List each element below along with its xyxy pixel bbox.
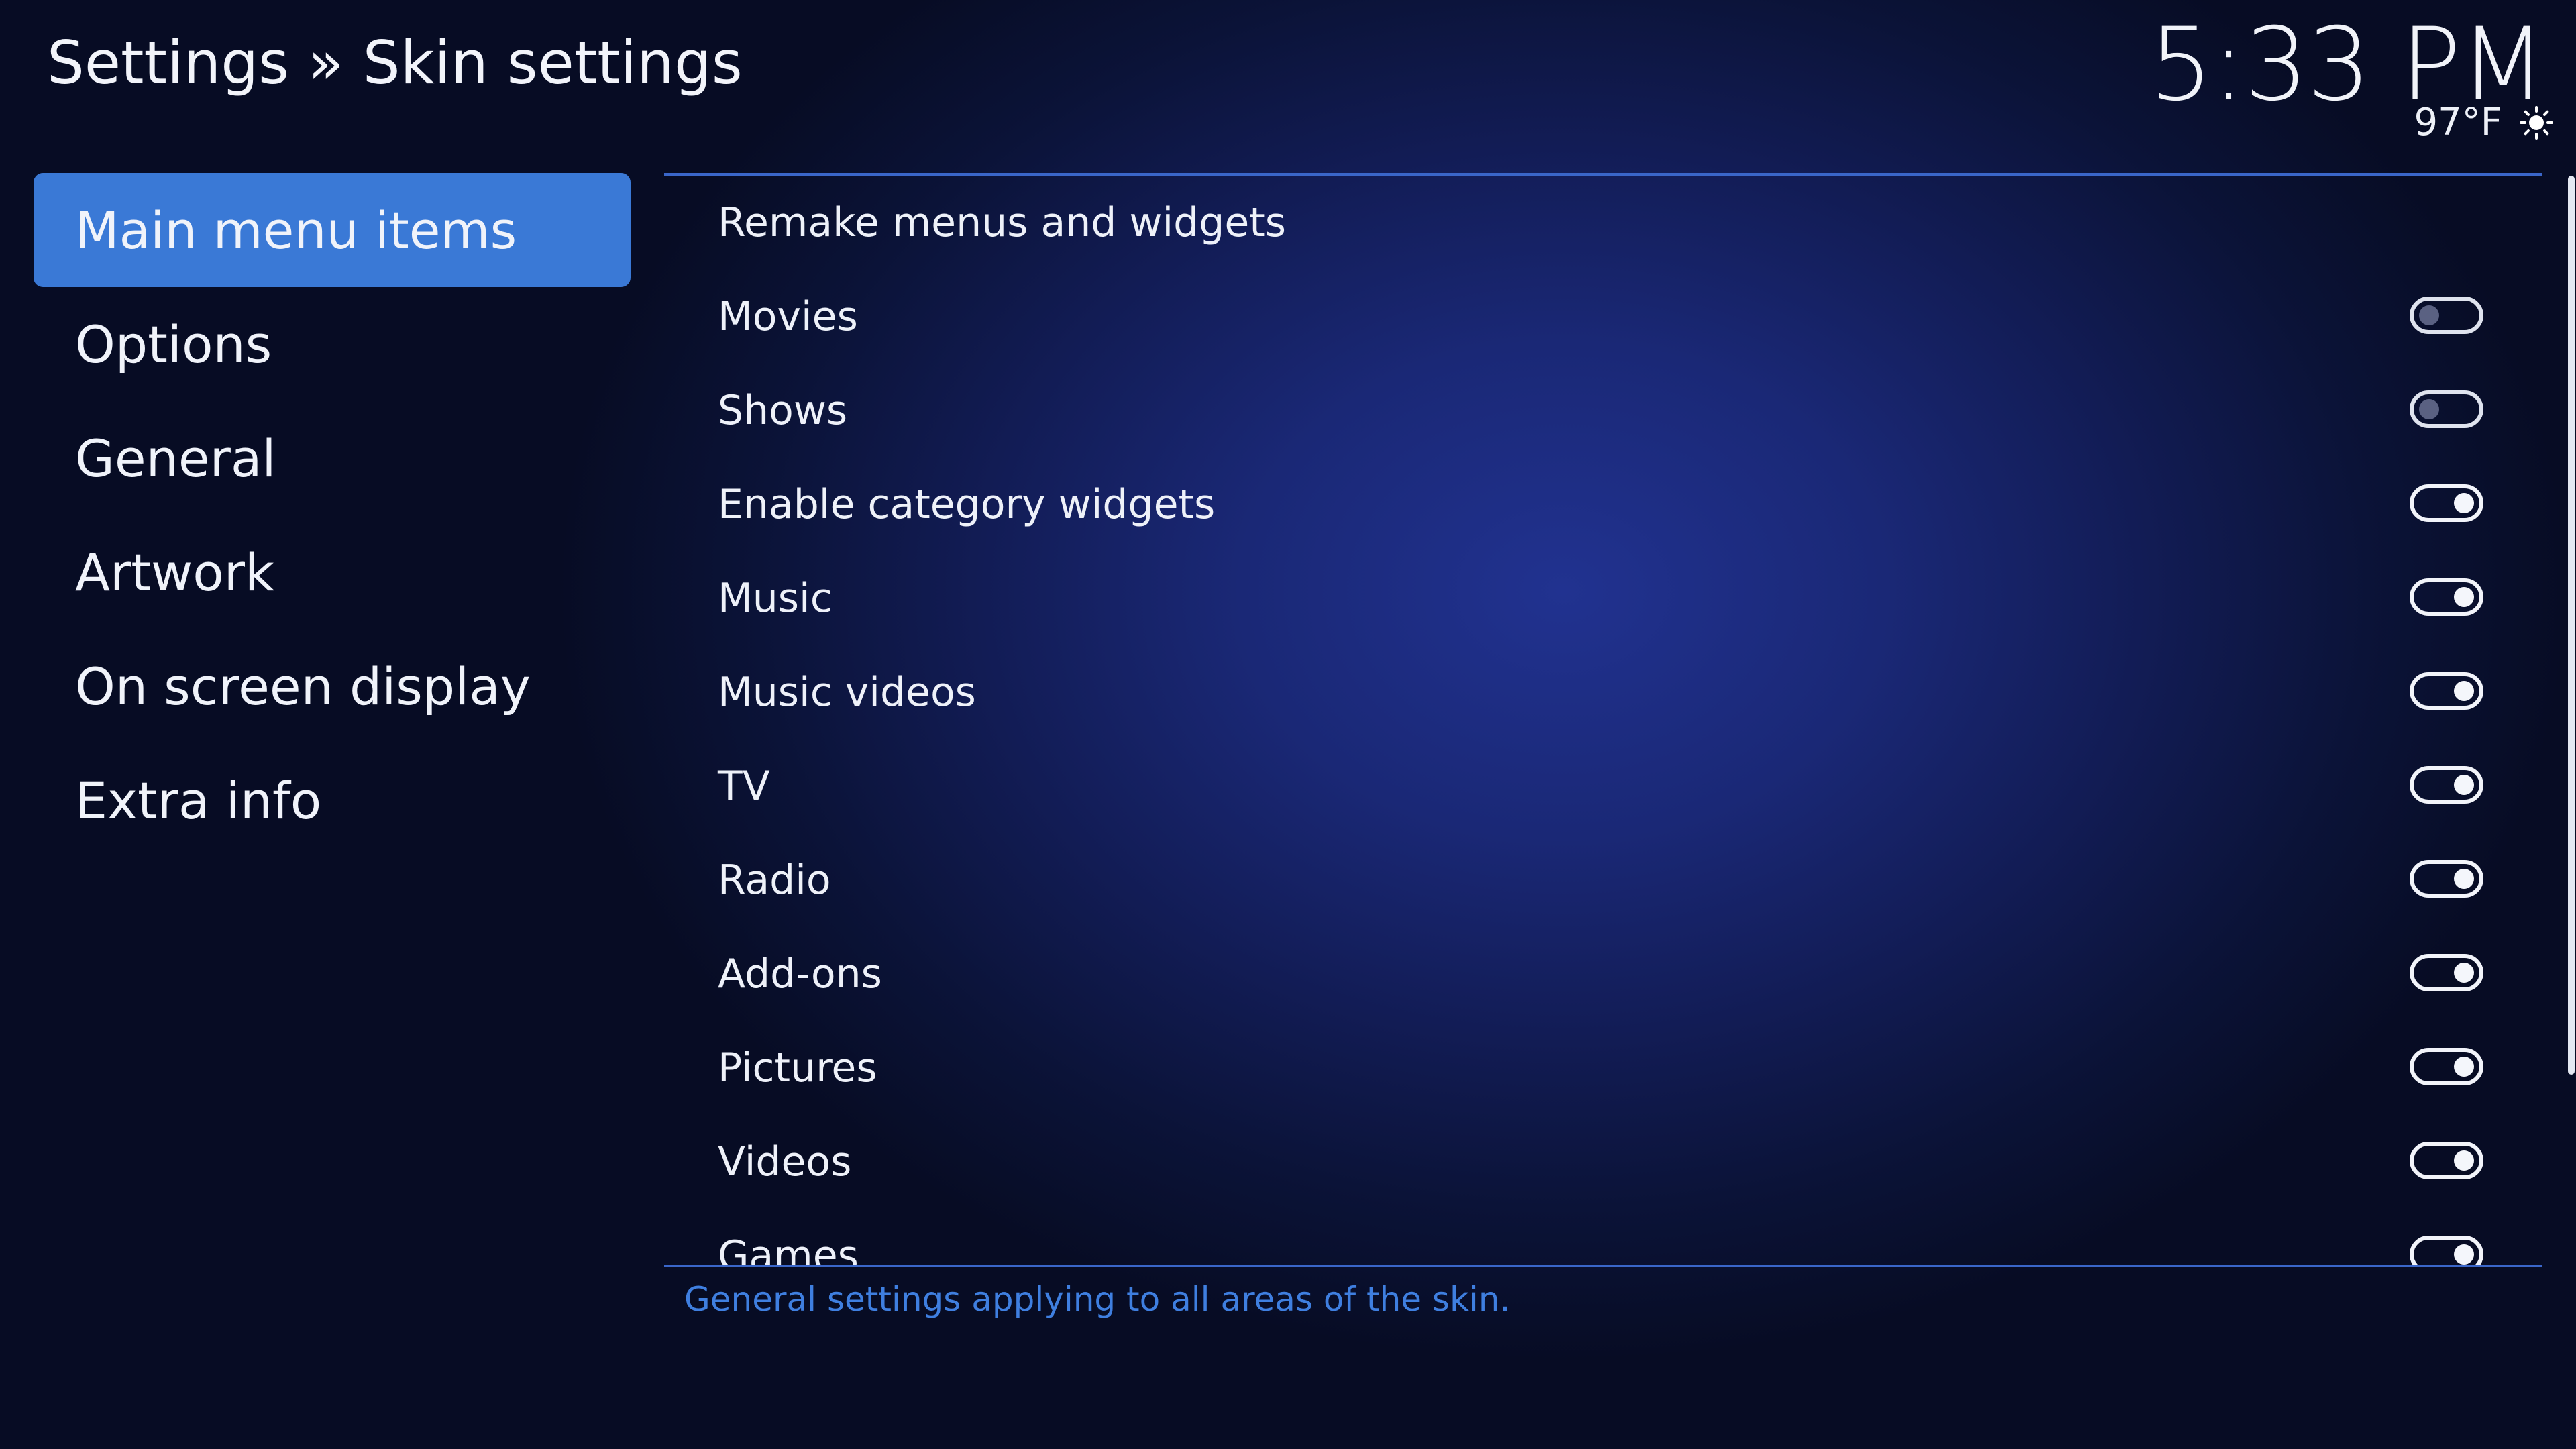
- settings-list: Remake menus and widgets Movies Shows Enabl…: [664, 176, 2542, 1265]
- sidebar-item-options[interactable]: Options: [34, 287, 631, 401]
- setting-label: Pictures: [718, 1044, 877, 1091]
- setting-label: Music: [718, 575, 833, 622]
- toggle-add-ons[interactable]: [2410, 954, 2483, 991]
- toggle-videos[interactable]: [2410, 1142, 2483, 1179]
- setting-row-tv[interactable]: TV: [664, 739, 2542, 833]
- toggle-knob: [2454, 1244, 2474, 1265]
- setting-label: Radio: [718, 857, 831, 904]
- toggle-games[interactable]: [2410, 1236, 2483, 1265]
- setting-label: Games: [718, 1232, 859, 1265]
- toggle-tv[interactable]: [2410, 766, 2483, 804]
- toggle-music[interactable]: [2410, 578, 2483, 616]
- toggle-knob: [2454, 493, 2474, 513]
- setting-label: TV: [718, 763, 770, 810]
- toggle-knob: [2419, 305, 2439, 325]
- toggle-radio[interactable]: [2410, 860, 2483, 898]
- setting-row-games[interactable]: Games: [664, 1209, 2542, 1265]
- temperature: 97°F: [2414, 101, 2502, 144]
- toggle-enable-category-widgets[interactable]: [2410, 484, 2483, 522]
- sidebar-item-main-menu-items[interactable]: Main menu items: [34, 173, 631, 287]
- setting-row-radio[interactable]: Radio: [664, 833, 2542, 927]
- sidebar-item-extra-info[interactable]: Extra info: [34, 743, 631, 857]
- setting-label: Add-ons: [718, 951, 882, 998]
- setting-label: Enable category widgets: [718, 481, 1216, 528]
- page-title: Settings » Skin settings: [47, 28, 743, 97]
- setting-row-shows[interactable]: Shows: [664, 364, 2542, 458]
- setting-row-music[interactable]: Music: [664, 551, 2542, 645]
- setting-row-add-ons[interactable]: Add-ons: [664, 927, 2542, 1021]
- sidebar-item-artwork[interactable]: Artwork: [34, 515, 631, 629]
- sidebar: Main menu items Options General Artwork On s…: [34, 173, 631, 857]
- setting-label: Music videos: [718, 669, 976, 716]
- setting-row-remake-menus-and-widgets[interactable]: Remake menus and widgets: [664, 176, 2542, 270]
- scrollbar[interactable]: [2568, 176, 2575, 1075]
- setting-row-pictures[interactable]: Pictures: [664, 1021, 2542, 1115]
- setting-row-videos[interactable]: Videos: [664, 1115, 2542, 1209]
- toggle-pictures[interactable]: [2410, 1048, 2483, 1085]
- sun-icon: [2520, 105, 2553, 140]
- toggle-knob: [2454, 587, 2474, 607]
- setting-label: Movies: [718, 293, 858, 340]
- sidebar-item-general[interactable]: General: [34, 401, 631, 515]
- toggle-knob: [2454, 963, 2474, 983]
- toggle-knob: [2454, 1150, 2474, 1171]
- setting-label: Shows: [718, 387, 848, 434]
- panel-divider-bottom: [664, 1265, 2542, 1267]
- toggle-shows[interactable]: [2410, 390, 2483, 428]
- toggle-knob: [2454, 869, 2474, 889]
- setting-row-enable-category-widgets[interactable]: Enable category widgets: [664, 458, 2542, 551]
- toggle-movies[interactable]: [2410, 297, 2483, 334]
- toggle-knob: [2454, 775, 2474, 795]
- toggle-knob: [2419, 399, 2439, 419]
- toggle-music-videos[interactable]: [2410, 672, 2483, 710]
- setting-description: General settings applying to all areas o…: [684, 1280, 1511, 1319]
- toggle-knob: [2454, 1057, 2474, 1077]
- setting-row-music-videos[interactable]: Music videos: [664, 645, 2542, 739]
- toggle-knob: [2454, 681, 2474, 701]
- sidebar-item-on-screen-display[interactable]: On screen display: [34, 629, 631, 743]
- setting-label: Remake menus and widgets: [718, 199, 1287, 246]
- setting-label: Videos: [718, 1138, 852, 1185]
- weather-widget: 97°F: [2414, 101, 2553, 144]
- setting-row-movies[interactable]: Movies: [664, 270, 2542, 364]
